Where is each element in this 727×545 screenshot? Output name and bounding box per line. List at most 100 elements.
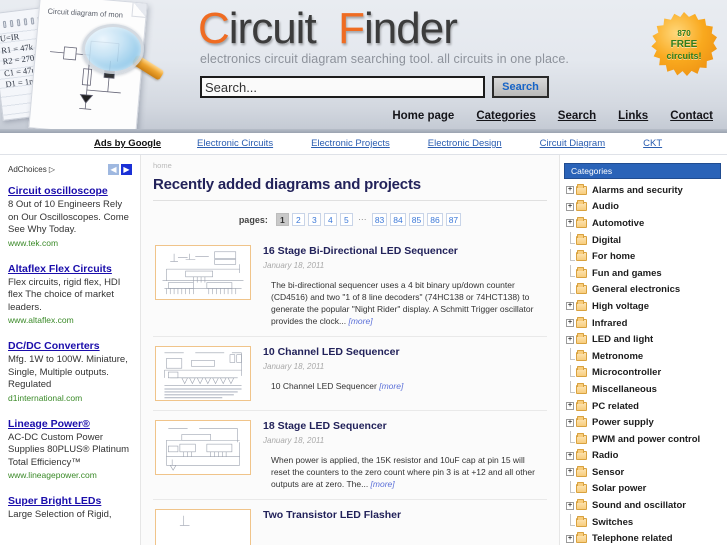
ad-link-electronic-circuits[interactable]: Electronic Circuits [197, 138, 273, 149]
item-more-link[interactable]: [more] [379, 381, 403, 391]
item-more-link[interactable]: [more] [348, 316, 372, 326]
tree-branch-icon [566, 431, 575, 444]
page-button-84[interactable]: 84 [390, 213, 406, 226]
folder-icon [576, 299, 587, 311]
category-item-metronome[interactable]: Metronome [566, 348, 723, 365]
page-button-83[interactable]: 83 [371, 213, 388, 226]
nav-search[interactable]: Search [558, 110, 596, 122]
category-item-pc-related[interactable]: + PC related [566, 398, 723, 415]
folder-icon [576, 183, 587, 195]
page-button-87[interactable]: 87 [445, 213, 462, 226]
category-item-sound-and-oscillator[interactable]: + Sound and oscillator [566, 497, 723, 514]
ad-desc-1: 8 Out of 10 Engineers Rely on Our Oscill… [8, 199, 129, 235]
list-item[interactable]: Two Transistor LED Flasher [153, 500, 547, 545]
page-button-3[interactable]: 3 [307, 213, 321, 226]
page-button-1[interactable]: 1 [275, 213, 289, 226]
category-item-fun-and-games[interactable]: Fun and games [566, 265, 723, 282]
page-button-5[interactable]: 5 [339, 213, 353, 226]
expand-plus-icon[interactable]: + [566, 451, 574, 460]
circuit-thumbnail[interactable] [155, 245, 251, 300]
category-item-telephone-related[interactable]: + Telephone related [566, 530, 723, 545]
ad-title-2[interactable]: Altaflex Flex Circuits [8, 263, 132, 276]
item-title[interactable]: Two Transistor LED Flasher [263, 509, 545, 522]
ad-title-1[interactable]: Circuit oscilloscope [8, 185, 132, 198]
search-button[interactable]: Search [492, 76, 549, 98]
nav-contact[interactable]: Contact [670, 110, 713, 122]
category-item-digital[interactable]: Digital [566, 232, 723, 249]
item-date: January 18, 2011 [263, 261, 325, 270]
ad-link-electronic-design[interactable]: Electronic Design [428, 138, 502, 149]
nav-categories[interactable]: Categories [476, 110, 535, 122]
chevron-right-icon[interactable]: ▶ [121, 163, 132, 175]
ad-url-3: d1international.com [8, 392, 83, 403]
category-item-microcontroller[interactable]: Microcontroller [566, 364, 723, 382]
expand-plus-icon[interactable]: + [566, 219, 574, 228]
category-label: PWM and power control [592, 433, 701, 445]
ad-link-ckt[interactable]: CKT [643, 138, 662, 149]
category-item-automotive[interactable]: + Automotive [566, 215, 723, 232]
expand-plus-icon[interactable]: + [566, 468, 574, 477]
category-item-general-electronics[interactable]: General electronics [566, 281, 723, 299]
category-item-sensor[interactable]: + Sensor [566, 464, 723, 481]
category-item-power-supply[interactable]: + Power supply [566, 414, 723, 431]
category-item-solar-power[interactable]: Solar power [566, 480, 723, 498]
category-item-miscellaneous[interactable]: Miscellaneous [566, 381, 723, 398]
expand-plus-icon[interactable]: + [566, 534, 574, 543]
category-item-high-voltage[interactable]: + High voltage [566, 298, 723, 315]
item-title[interactable]: 18 Stage LED Sequencer [263, 420, 545, 433]
circuit-thumbnail[interactable] [155, 420, 251, 475]
pagination: pages: 1 2 3 4 5 ··· 83 84 85 86 87 [153, 201, 547, 236]
expand-plus-icon[interactable]: + [566, 186, 574, 195]
item-title[interactable]: 10 Channel LED Sequencer [263, 346, 545, 359]
nav-home-page[interactable]: Home page [392, 110, 454, 122]
ad-link-circuit-diagram[interactable]: Circuit Diagram [540, 138, 605, 149]
category-item-alarms-and-security[interactable]: + Alarms and security [566, 182, 723, 199]
category-label: Sound and oscillator [592, 500, 686, 512]
item-title[interactable]: 16 Stage Bi-Directional LED Sequencer [263, 245, 545, 258]
ad-link-electronic-projects[interactable]: Electronic Projects [311, 138, 390, 149]
nav-links[interactable]: Links [618, 110, 648, 122]
expand-plus-icon[interactable]: + [566, 418, 574, 427]
item-more-link[interactable]: [more] [371, 479, 395, 489]
page-button-85[interactable]: 85 [408, 213, 425, 226]
category-item-infrared[interactable]: + Infrared [566, 315, 723, 332]
expand-plus-icon[interactable]: + [566, 501, 574, 510]
categories-tree: + Alarms and security + Audio + Automotive Dig… [562, 182, 723, 545]
item-description: The bi-directional sequencer uses a 4 bi… [271, 280, 534, 326]
category-item-radio[interactable]: + Radio [566, 448, 723, 465]
adchoices-label[interactable]: AdChoices ▷ [8, 165, 55, 174]
chevron-left-icon[interactable]: ◀ [108, 163, 119, 175]
list-item[interactable]: 10 Channel LED Sequencer January 18, 201… [153, 337, 547, 411]
ad-block-5: Super Bright LEDs Large Selection of Rig… [8, 495, 132, 522]
page-button-2[interactable]: 2 [291, 213, 305, 226]
folder-icon [576, 366, 587, 378]
category-item-switches[interactable]: Switches [566, 514, 723, 531]
search-input[interactable] [200, 76, 485, 98]
left-ad-column: AdChoices ▷ ◀ ▶ Circuit oscilloscope 8 O… [0, 155, 140, 545]
ad-desc-4: AC-DC Custom Power Supplies 80PLUS® Plat… [8, 431, 130, 468]
category-item-for-home[interactable]: For home [566, 248, 723, 265]
circuit-thumbnail[interactable] [155, 346, 251, 401]
category-item-audio[interactable]: + Audio [566, 199, 723, 216]
page-button-86[interactable]: 86 [427, 213, 443, 226]
ad-title-3[interactable]: DC/DC Converters [8, 340, 132, 353]
ads-by-google-label: Ads by Google [94, 138, 162, 149]
list-item[interactable]: 18 Stage LED Sequencer January 18, 2011 … [153, 411, 547, 500]
ad-title-4[interactable]: Lineage Power® [8, 418, 132, 431]
folder-icon [576, 532, 587, 544]
expand-plus-icon[interactable]: + [566, 402, 574, 411]
expand-plus-icon[interactable]: + [566, 335, 574, 344]
category-item-pwm-and-power-control[interactable]: PWM and power control [566, 431, 723, 448]
circuit-thumbnail[interactable] [155, 509, 251, 545]
page-button-4[interactable]: 4 [323, 213, 337, 226]
ad-title-5[interactable]: Super Bright LEDs [8, 495, 132, 508]
breadcrumb[interactable]: home [153, 155, 547, 172]
category-item-led-and-light[interactable]: + LED and light [566, 331, 723, 348]
category-label: Radio [592, 450, 619, 462]
expand-plus-icon[interactable]: + [566, 319, 574, 328]
expand-plus-icon[interactable]: + [566, 202, 574, 211]
expand-plus-icon[interactable]: + [566, 302, 574, 311]
folder-icon [576, 515, 587, 527]
list-item[interactable]: 16 Stage Bi-Directional LED Sequencer Ja… [153, 236, 547, 337]
tree-branch-icon [566, 480, 575, 493]
